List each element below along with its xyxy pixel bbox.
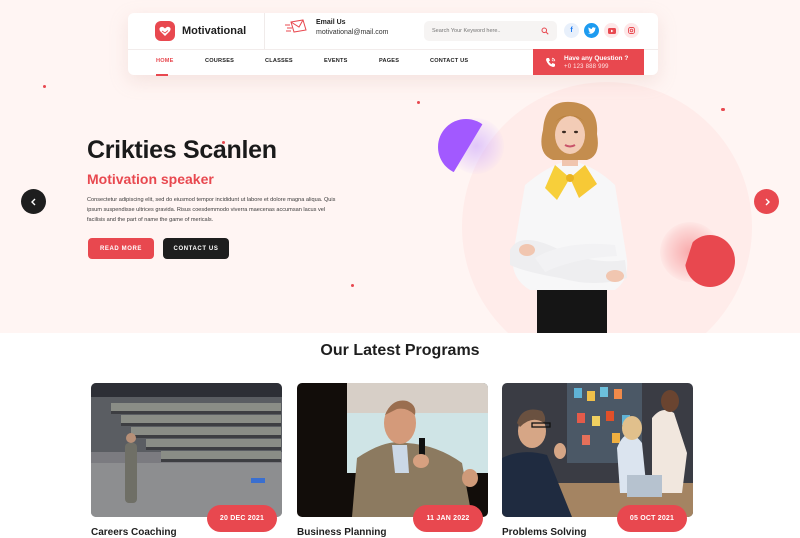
- nav-pages[interactable]: PAGES: [379, 58, 399, 64]
- program-date-badge: 20 DEC 2021: [207, 505, 277, 532]
- question-phone[interactable]: +0 123 888 999: [564, 64, 628, 70]
- nav-courses[interactable]: COURSES: [205, 58, 234, 64]
- twitter-icon[interactable]: [584, 23, 599, 38]
- nav-classes[interactable]: CLASSES: [265, 58, 293, 64]
- phone-icon: [546, 57, 556, 67]
- speaker-with-microphone-photo: [297, 383, 488, 517]
- chevron-left-icon: [30, 198, 35, 205]
- header-divider: [264, 13, 265, 49]
- red-circle-decor: [685, 235, 735, 287]
- active-nav-indicator: [156, 74, 168, 76]
- facebook-icon[interactable]: f: [564, 23, 579, 38]
- email-icon: [285, 19, 307, 33]
- header-top: Motivational Email Us motivational@mail.…: [128, 13, 658, 49]
- purple-circle-decor: [438, 119, 488, 175]
- instagram-icon[interactable]: [624, 23, 639, 38]
- chevron-right-icon: [765, 198, 770, 205]
- search-input[interactable]: [432, 28, 542, 34]
- social-links: f: [564, 23, 639, 38]
- hero-title: Crikties Scanlen: [87, 136, 277, 164]
- contact-us-button[interactable]: CONTACT US: [163, 238, 229, 259]
- handshake-heart-icon: [155, 21, 175, 41]
- hero-description: Consectetur adipiscing elit, sed do eius…: [87, 197, 336, 223]
- auditorium-audience-photo: [91, 383, 282, 517]
- nav-home[interactable]: HOME: [156, 58, 174, 64]
- program-date-badge: 05 OCT 2021: [617, 505, 687, 532]
- hero-prev-button[interactable]: [21, 189, 46, 214]
- logo[interactable]: Motivational: [155, 21, 246, 41]
- search-box: [424, 21, 557, 41]
- email-address[interactable]: motivational@mail.com: [316, 29, 388, 36]
- decor-dot: [722, 108, 725, 111]
- program-title[interactable]: Careers Coaching: [91, 527, 177, 538]
- hero-next-button[interactable]: [754, 189, 779, 214]
- email-contact: Email Us motivational@mail.com: [285, 18, 388, 36]
- programs-section-title: Our Latest Programs: [320, 342, 480, 359]
- program-title[interactable]: Problems Solving: [502, 527, 586, 538]
- read-more-button[interactable]: READ MORE: [88, 238, 154, 259]
- program-card[interactable]: [502, 383, 693, 517]
- program-title[interactable]: Business Planning: [297, 527, 386, 538]
- decor-dot: [417, 101, 420, 104]
- search-icon[interactable]: [541, 27, 549, 35]
- program-card[interactable]: [91, 383, 282, 517]
- hero-subtitle: Motivation speaker: [87, 171, 214, 187]
- brand-name: Motivational: [182, 25, 247, 37]
- question-label: Have any Question ?: [564, 54, 629, 62]
- decor-dot: [43, 85, 46, 88]
- speaker-portrait: [510, 101, 628, 333]
- youtube-icon[interactable]: [604, 23, 619, 38]
- nav-events[interactable]: EVENTS: [324, 58, 348, 64]
- program-card[interactable]: [297, 383, 488, 517]
- email-label: Email Us: [316, 18, 346, 26]
- question-callout[interactable]: Have any Question ? +0 123 888 999: [533, 49, 644, 75]
- decor-dot: [351, 284, 354, 287]
- office-meeting-photo: [502, 383, 693, 517]
- program-date-badge: 11 JAN 2022: [413, 505, 483, 532]
- site-header: Motivational Email Us motivational@mail.…: [128, 13, 658, 76]
- nav-contact-us[interactable]: CONTACT US: [430, 58, 468, 64]
